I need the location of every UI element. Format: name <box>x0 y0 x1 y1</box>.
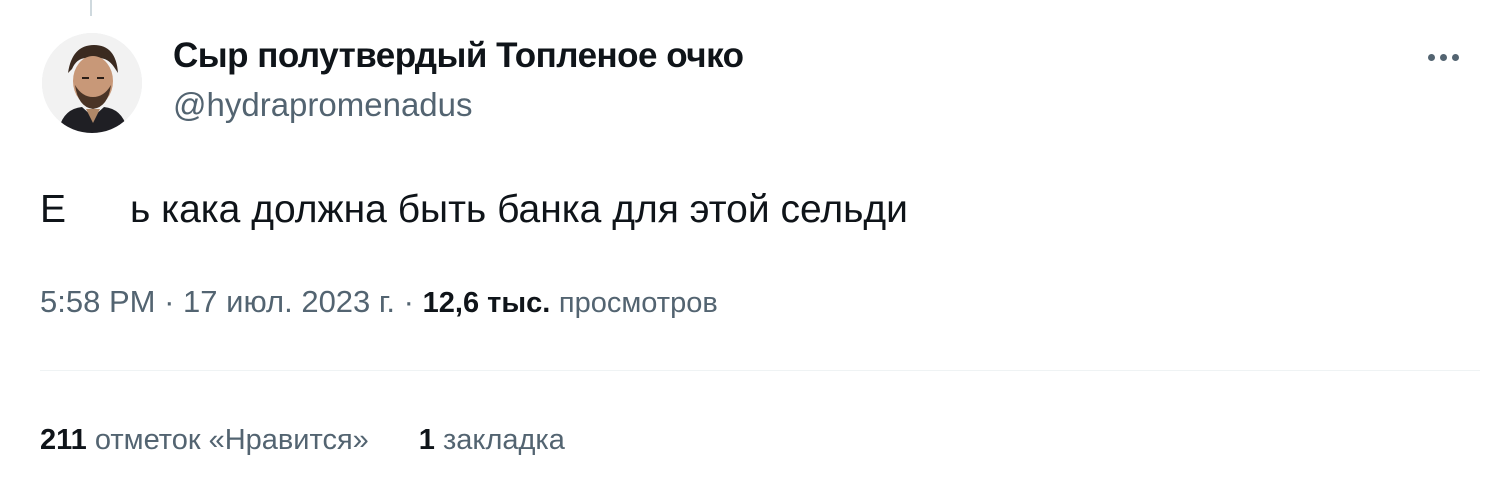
tweet-text-rest: ь кака должна быть банка для этой сельди <box>130 188 908 231</box>
likes-label: отметок «Нравится» <box>94 424 369 456</box>
tweet-stats: 211 отметок «Нравится» 1 закладка <box>40 424 565 457</box>
more-horizontal-icon <box>1427 53 1435 61</box>
divider <box>40 370 1480 371</box>
bookmarks-count: 1 <box>418 424 435 456</box>
views-count: 12,6 тыс. <box>422 287 551 319</box>
tweet-meta: 5:58 PM · 17 июл. 2023 г. · 12,6 тыс. пр… <box>40 284 718 320</box>
meta-separator: · <box>403 284 414 319</box>
likes-stat[interactable]: 211 отметок «Нравится» <box>40 424 369 457</box>
avatar[interactable] <box>42 33 142 133</box>
tweet-text: Еь кака должна быть банка для этой сельд… <box>40 188 908 232</box>
author-handle[interactable]: @hydrapromenadus <box>173 86 473 124</box>
thread-connector-line <box>90 0 92 16</box>
likes-count: 211 <box>40 424 87 456</box>
meta-separator: · <box>164 284 175 319</box>
views-label: просмотров <box>558 287 718 319</box>
tweet-time[interactable]: 5:58 PM <box>40 284 155 319</box>
bookmarks-stat[interactable]: 1 закладка <box>419 424 565 457</box>
author-display-name[interactable]: Сыр полутвердый Топленое очко <box>173 36 744 76</box>
avatar-portrait <box>42 33 142 133</box>
more-dot <box>1439 53 1447 61</box>
more-options-button[interactable] <box>1418 34 1468 80</box>
tweet-date[interactable]: 17 июл. 2023 г. <box>183 284 395 319</box>
tweet-text-start: Е <box>40 188 67 231</box>
bookmarks-label: закладка <box>443 424 565 456</box>
more-dot <box>1451 53 1459 61</box>
